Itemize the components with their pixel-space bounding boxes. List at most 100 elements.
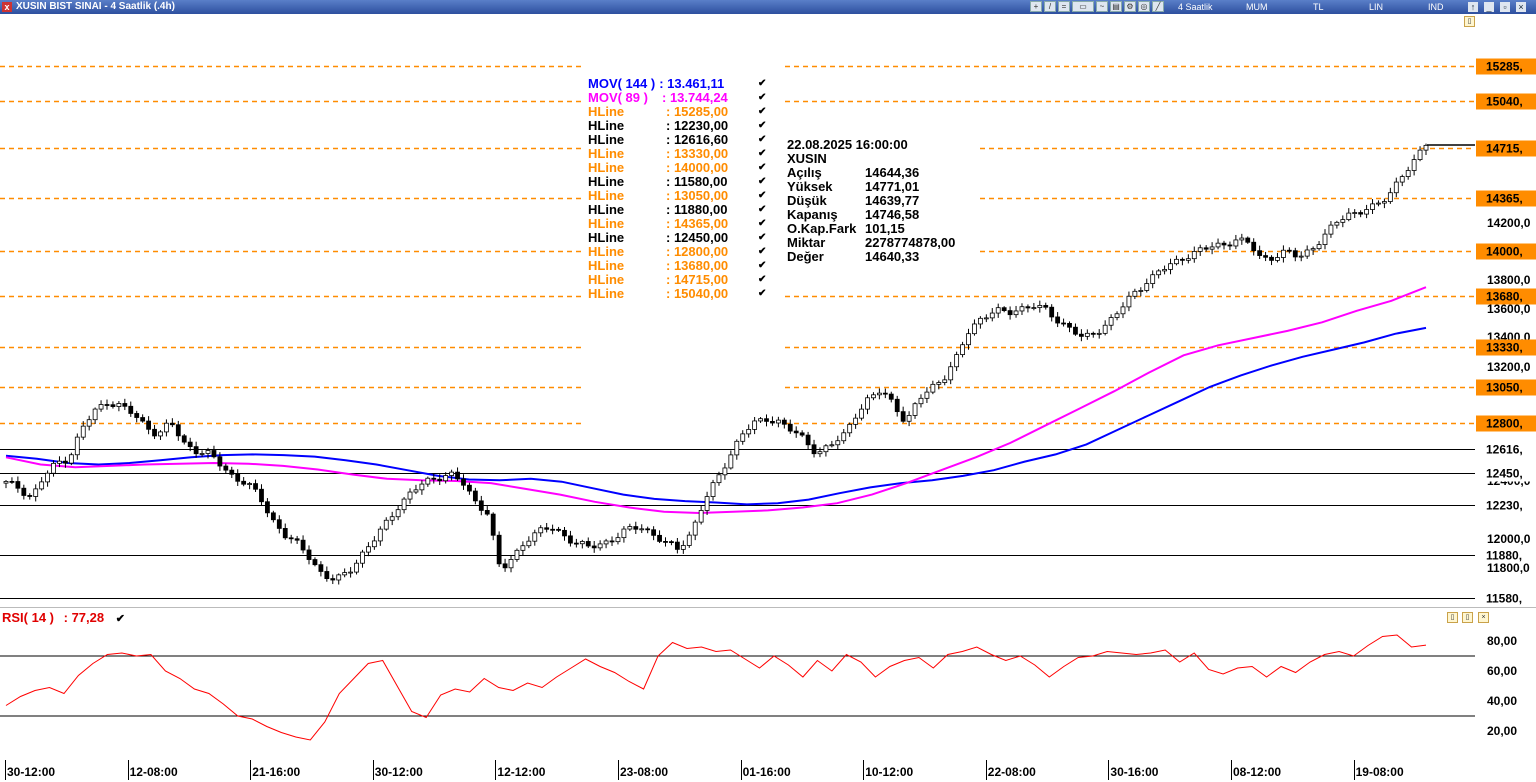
info-value: 14746,58 [865, 207, 920, 222]
candle-body [585, 541, 591, 547]
candle-body [1138, 290, 1144, 292]
legend-name: MOV( 144 ) [588, 76, 656, 91]
legend-row: HLine: 15285,00 ✔ [588, 105, 766, 119]
x-tick [495, 760, 497, 780]
legend-value: : 14365,00 [666, 216, 729, 231]
candle-body [936, 382, 942, 385]
x-tick [250, 760, 252, 780]
info-row: O.Kap.Fark 101,15 [787, 222, 955, 236]
legend-check-icon[interactable]: ✔ [758, 119, 766, 133]
rsi-tick-label: 80,00 [1487, 634, 1517, 648]
legend-check-icon[interactable]: ✔ [758, 287, 766, 301]
chart-icon[interactable]: ▤ [1110, 1, 1122, 12]
candle-body [336, 574, 342, 581]
candle-type-selector[interactable]: MUM [1246, 0, 1268, 14]
pencil-icon[interactable]: / [1044, 1, 1056, 12]
crosshair-icon[interactable]: + [1030, 1, 1042, 12]
info-label: O.Kap.Fark [787, 221, 857, 236]
candle-body [443, 475, 449, 482]
legend-name: HLine [588, 216, 625, 231]
candle-body [752, 420, 758, 430]
legend-check-icon[interactable]: ✔ [758, 105, 766, 119]
scale-selector[interactable]: LIN [1369, 0, 1383, 14]
legend-check-icon[interactable]: ✔ [758, 273, 766, 287]
minimize-icon[interactable]: _ [1484, 2, 1494, 12]
candle-body [205, 450, 211, 454]
candle-body [526, 540, 532, 547]
rsi-chart[interactable]: 80,00 60,00 40,00 20,00 [0, 608, 1536, 760]
legend-value: : 13.744,24 [662, 90, 728, 105]
candle-body [1215, 242, 1221, 248]
rsi-tick-label: 20,00 [1487, 724, 1517, 738]
pin-icon[interactable]: ↑ [1468, 2, 1478, 12]
legend-row: HLine: 12616,60 ✔ [588, 133, 766, 147]
hline-label-5: 13680, [1486, 290, 1523, 304]
period-selector[interactable]: 4 Saatlik [1178, 0, 1213, 14]
candle-body [562, 529, 567, 537]
legend-check-icon[interactable]: ✔ [758, 175, 766, 189]
candle-body [395, 509, 401, 518]
candle-body [229, 469, 235, 475]
candle-body [306, 549, 312, 560]
candle-body [841, 432, 847, 442]
candle-body [568, 535, 573, 544]
legend-check-icon[interactable]: ✔ [758, 259, 766, 273]
candle-body [1102, 324, 1108, 334]
info-row: Yüksek 14771,01 [787, 180, 955, 194]
candle-body [419, 483, 425, 491]
legend-check-icon[interactable]: ✔ [758, 217, 766, 231]
settings-icon[interactable]: ⚙ [1124, 1, 1136, 12]
hline-label-12: 11880, [1486, 549, 1522, 563]
legend-check-icon[interactable]: ✔ [758, 203, 766, 217]
x-tick-label: 10-12:00 [865, 765, 914, 779]
time-axis: 30-12:00 12-08:00 21-16:00 30-12:00 12-12:00… [0, 760, 1536, 782]
x-tick-label: 30-12:00 [7, 765, 56, 779]
legend-check-icon[interactable]: ✔ [758, 147, 766, 161]
legend-check-icon[interactable]: ✔ [758, 77, 766, 91]
legend-check-icon[interactable]: ✔ [758, 231, 766, 245]
trend-icon[interactable]: ~ [1096, 1, 1108, 12]
rsi-check-icon[interactable]: ✔ [116, 613, 125, 625]
candle-body [591, 545, 597, 549]
legend-name: HLine [588, 118, 625, 133]
candle-body [674, 541, 680, 550]
mode-selector[interactable]: IND [1428, 0, 1444, 14]
candle-body [1197, 247, 1203, 252]
candle-body [633, 526, 639, 530]
candle-body [431, 477, 437, 480]
candle-body [1055, 316, 1061, 324]
legend-check-icon[interactable]: ✔ [758, 161, 766, 175]
candle-body [663, 541, 668, 543]
legend-row: HLine: 14000,00 ✔ [588, 161, 766, 175]
candle-body [86, 419, 92, 427]
restore-icon[interactable]: ▫ [1500, 2, 1510, 12]
close-icon[interactable]: × [1516, 2, 1526, 12]
candle-body [1096, 332, 1102, 335]
candle-body [63, 460, 68, 464]
price-chart[interactable]: 14200,013800,013600,013400,013200,012400… [0, 14, 1536, 608]
magnifier-icon[interactable]: ◎ [1138, 1, 1150, 12]
calendar-icon[interactable]: ▭ [1072, 1, 1094, 12]
candle-body [1067, 322, 1072, 328]
app-close-icon[interactable]: x [2, 2, 12, 12]
line-tool-icon[interactable]: ╱ [1152, 1, 1164, 12]
candle-body [104, 404, 110, 406]
candle-body [181, 435, 187, 443]
candle-body [354, 562, 359, 573]
legend-check-icon[interactable]: ✔ [758, 245, 766, 259]
x-tick [1108, 760, 1110, 780]
legend-check-icon[interactable]: ✔ [758, 91, 766, 105]
ruler-icon[interactable]: = [1058, 1, 1070, 12]
legend-check-icon[interactable]: ✔ [758, 189, 766, 203]
x-tick-label: 21-16:00 [252, 765, 301, 779]
legend-check-icon[interactable]: ✔ [758, 133, 766, 147]
candle-body [829, 444, 835, 447]
x-tick [1231, 760, 1232, 780]
currency-selector[interactable]: TL [1313, 0, 1324, 14]
candle-body [1174, 258, 1179, 265]
toolbar: + / = ▭ ~ ▤ ⚙ ◎ ╱ [1030, 1, 1164, 13]
candle-body [366, 546, 371, 553]
candle-body [496, 534, 502, 565]
candle-body [21, 487, 27, 496]
candle-body [241, 480, 247, 485]
